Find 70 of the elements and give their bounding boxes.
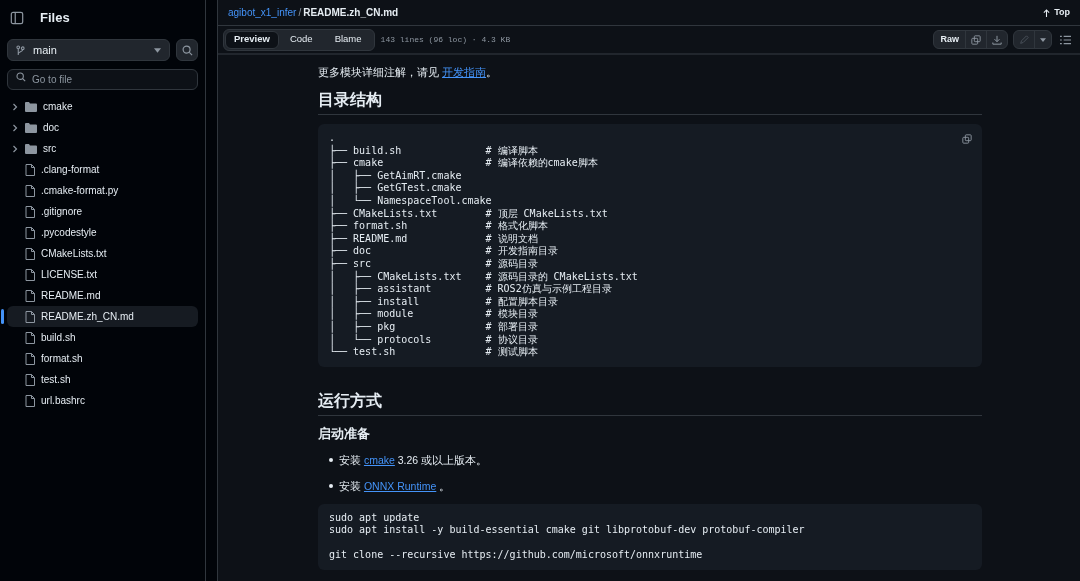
file-tree-item[interactable]: .gitignore xyxy=(7,201,198,222)
copy-icon xyxy=(971,34,981,45)
arrow-up-icon xyxy=(1043,8,1051,17)
file-path: README.zh_CN.md xyxy=(303,6,399,20)
file-icon xyxy=(25,184,35,197)
file-tree-item[interactable]: CMakeLists.txt xyxy=(7,243,198,264)
file-tree-item[interactable]: .cmake-format.py xyxy=(7,180,198,201)
copy-code-button[interactable] xyxy=(960,132,974,146)
caret-icon xyxy=(154,47,161,53)
bullet-icon xyxy=(329,457,333,462)
file-icon xyxy=(25,394,35,407)
branch-dropdown[interactable]: main xyxy=(7,39,170,61)
link[interactable]: ONNX Runtime xyxy=(363,479,437,492)
file-icon xyxy=(25,226,35,239)
code-text: sudo apt update sudo apt install -y build-essential cmake git libprotobuf-dev protobuf-compiler git clone --recursive https://github.com/microsoft/onnxruntime xyxy=(329,511,805,563)
file-tree-item[interactable]: README.md xyxy=(7,285,198,306)
folder-icon xyxy=(25,101,37,112)
selected-indicator xyxy=(1,309,4,324)
folder-icon xyxy=(25,143,37,154)
view-tab[interactable]: Code xyxy=(278,30,324,49)
view-tab[interactable]: Preview xyxy=(225,30,279,49)
sidebar-title: Files xyxy=(40,9,70,28)
bullet-icon xyxy=(329,483,333,488)
search-icon xyxy=(181,44,193,56)
file-tree-item[interactable]: format.sh xyxy=(7,348,198,369)
section-heading: 目录结构 xyxy=(318,90,382,110)
file-tree-item[interactable]: test.sh xyxy=(7,369,198,390)
folder-icon xyxy=(25,122,37,133)
caret-icon xyxy=(1040,37,1046,42)
file-icon xyxy=(25,205,35,218)
file-icon xyxy=(25,310,35,323)
file-tree-item[interactable]: doc xyxy=(7,117,198,138)
code-text: . ├── build.sh # 编译脚本 ├── cmake # 编译依赖的cmake脚本 │ ├── GetAimRT.cmake │ ├── GetGTest.cmake │ └── NamespaceTool.cmake ├── CMakeLists.txt # 顶层 CMakeLists.txt ├── format.sh # 格式化脚本 ├── README.md # 说明文档 ├── doc # 开发指南目录 ├── src # 源码目录 │ ├── CMakeLists.txt # 源码目录的 CMakeLists.txt │ ├── assistant # ROS2仿真与示例工程目录 │ ├── install # 配置脚本目录 │ ├── module # 模块目录 │ ├── pkg # 部署目录 │ └── protocols # 协议目录 └── test.sh # 测试脚本 xyxy=(329,132,638,359)
file-icon xyxy=(25,373,35,386)
download-icon xyxy=(992,34,1002,45)
chevron-icon[interactable] xyxy=(11,102,19,111)
file-tree-item[interactable]: LICENSE.txt xyxy=(7,264,198,285)
link[interactable]: 开发指南 xyxy=(442,66,487,78)
file-icon xyxy=(25,247,35,260)
section-heading: 运行方式 xyxy=(318,390,382,411)
file-icon xyxy=(25,289,35,302)
view-tab[interactable]: Blame xyxy=(323,30,373,49)
file-icon xyxy=(25,268,35,281)
file-icon xyxy=(25,163,35,176)
file-tree-item[interactable]: .pycodestyle xyxy=(7,222,198,243)
file-info: 143 lines (96 loc) · 4.3 KB xyxy=(380,33,511,46)
file-tree-item[interactable]: url.bashrc xyxy=(7,390,198,411)
link[interactable]: cmake xyxy=(363,453,395,466)
file-icon xyxy=(25,331,35,344)
sidebar-toggle-icon[interactable] xyxy=(10,11,24,25)
outline-icon[interactable] xyxy=(1060,34,1071,45)
repo-link[interactable]: agibot_x1_infer xyxy=(228,5,297,20)
top-link[interactable]: Top xyxy=(1043,5,1070,20)
list-item-text: 安装 cmake 3.26 或以上版本。 xyxy=(339,452,488,468)
chevron-icon[interactable] xyxy=(11,144,19,153)
search-button[interactable] xyxy=(176,39,198,61)
path-separator: / xyxy=(298,6,302,20)
file-tree-item[interactable]: cmake xyxy=(7,96,198,117)
file-tree-item[interactable]: .clang-format xyxy=(7,159,198,180)
pencil-icon xyxy=(1019,34,1029,45)
list-item-text: 安装 ONNX Runtime 。 xyxy=(339,478,451,494)
file-tree-item[interactable]: build.sh xyxy=(7,327,198,348)
chevron-icon[interactable] xyxy=(11,123,19,132)
paragraph: 更多模块详细注解，请见 开发指南。 xyxy=(318,65,499,80)
file-icon xyxy=(25,352,35,365)
go-to-file-field[interactable]: Go to file xyxy=(7,69,198,90)
subsection-heading: 启动准备 xyxy=(318,424,370,443)
file-tree-item[interactable]: src xyxy=(7,138,198,159)
branch-icon xyxy=(16,44,25,56)
search-icon xyxy=(16,72,26,82)
